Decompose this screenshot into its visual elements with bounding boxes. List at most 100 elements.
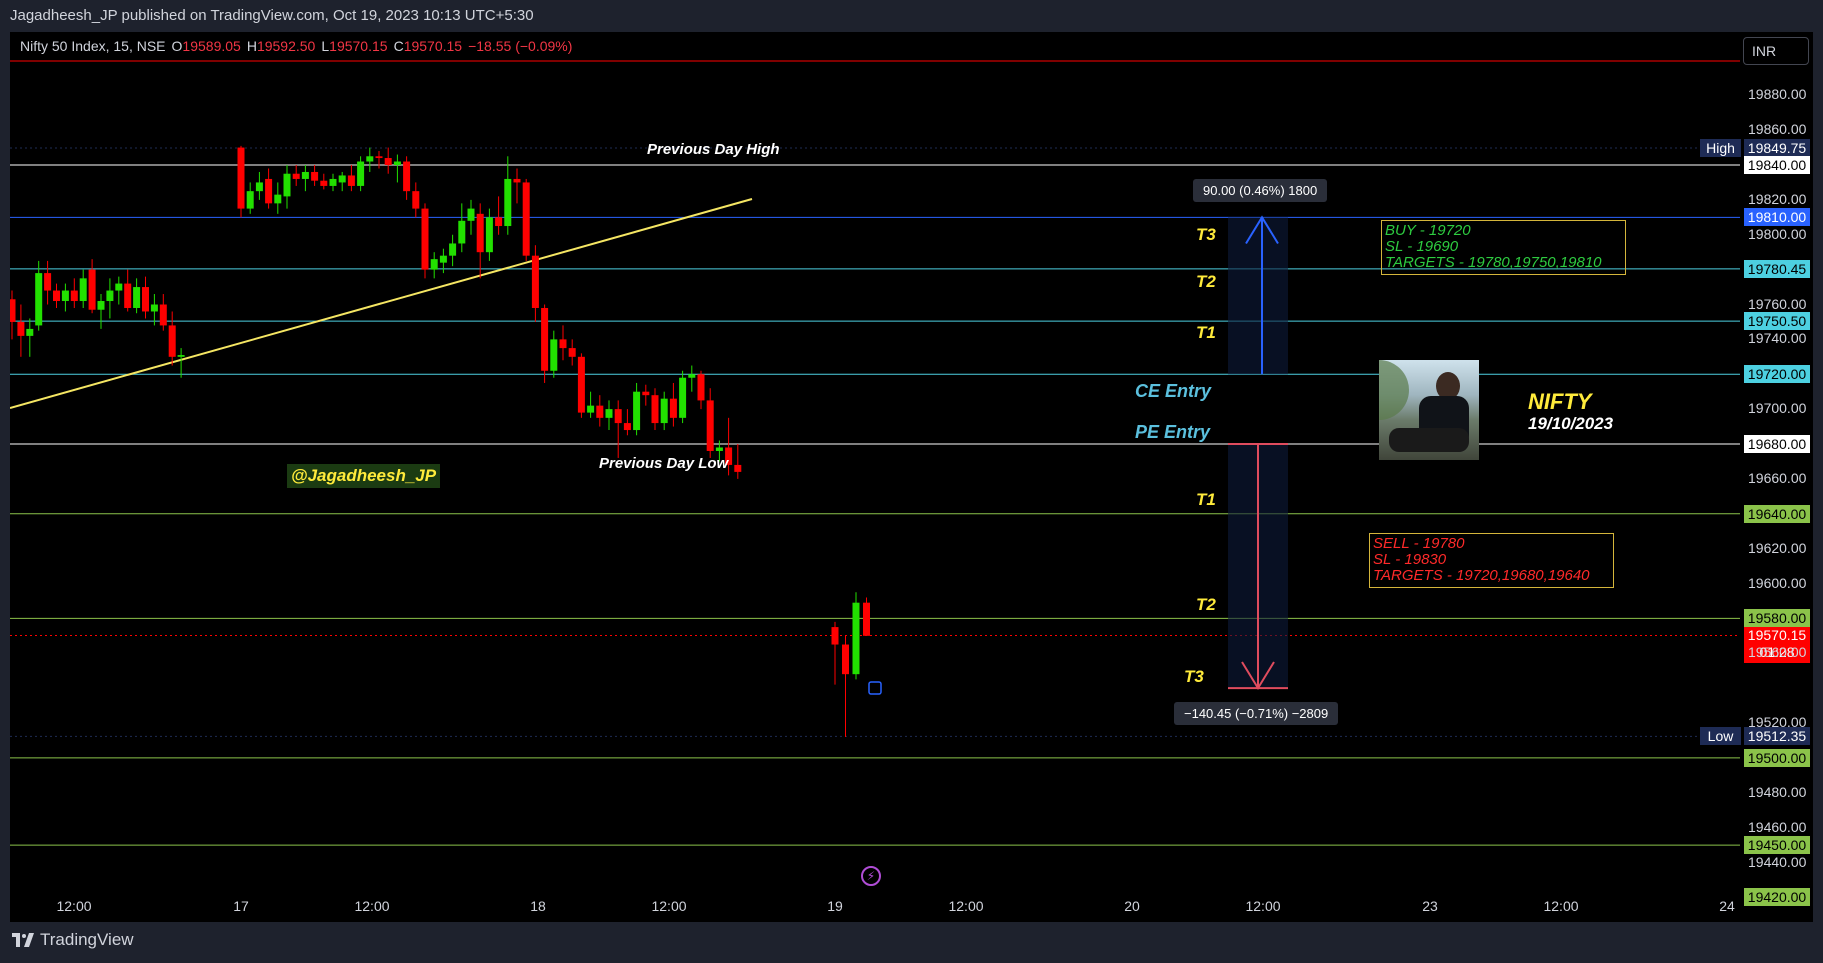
time-tick-11: 24 — [1719, 898, 1735, 914]
legend-low-label: L — [321, 38, 330, 54]
currency-button[interactable]: INR — [1743, 37, 1809, 65]
current-marker — [868, 681, 882, 695]
tradingview-logo-text: TradingView — [40, 930, 134, 949]
candle-body-35 — [375, 156, 383, 159]
candle-body-53 — [541, 307, 549, 371]
candle-body-55 — [559, 339, 567, 349]
candle-body-38 — [403, 161, 411, 192]
legend-open: 19589.05 — [182, 38, 241, 54]
price-label-2: 19810.00 — [1744, 208, 1810, 227]
footer-bar: TradingView — [0, 922, 1823, 963]
sell-line-2: SL - 19830 — [1373, 551, 1447, 568]
pe-entry-label: PE Entry — [1135, 422, 1211, 442]
buy-setup-box: BUY - 19720 SL - 19690 TARGETS - 19780,1… — [1381, 220, 1626, 275]
candle-body-62 — [623, 423, 631, 431]
price-tick-10: 19560.00 — [1748, 644, 1807, 661]
price-label-1: 19840.00 — [1744, 156, 1810, 174]
candle-body-22 — [255, 182, 263, 192]
candle-body-68 — [679, 377, 687, 418]
time-tick-7: 20 — [1124, 898, 1140, 914]
time-tick-2: 12:00 — [354, 898, 390, 914]
candle-body-2 — [26, 328, 34, 336]
candle-body-41 — [430, 259, 438, 270]
candle-body-69 — [688, 374, 696, 378]
ce-entry-label: CE Entry — [1135, 381, 1212, 401]
price-tag-high: High — [1700, 138, 1741, 157]
candle-body-47 — [485, 217, 493, 253]
candle-body-24 — [274, 194, 282, 204]
candle-body-23 — [265, 178, 273, 204]
legend-open-label: O — [171, 38, 183, 54]
candle-body-43 — [449, 243, 457, 256]
lightning-icon[interactable]: ⚡ — [861, 866, 881, 886]
long-zone — [1228, 217, 1288, 375]
target-t2-up: T2 — [1196, 272, 1216, 291]
buy-line-1: BUY - 19720 — [1385, 222, 1471, 239]
candle-body-26 — [292, 173, 300, 179]
price-tick-5: 19740.00 — [1748, 330, 1807, 347]
candle-body-19 — [177, 355, 185, 357]
candle-body-49 — [504, 178, 512, 227]
ohlc-legend: Nifty 50 Index, 15, NSE O19589.05 H19592… — [20, 38, 572, 54]
price-tick-14: 19440.00 — [1748, 853, 1807, 870]
candle-body-70 — [697, 374, 705, 401]
price-tick-3: 19800.00 — [1748, 225, 1807, 242]
candle-body-48 — [495, 217, 503, 227]
tradingview-logo[interactable]: TradingView — [12, 930, 134, 950]
time-tick-8: 12:00 — [1245, 898, 1281, 914]
price-tick-7: 19660.00 — [1748, 469, 1807, 486]
publish-header: Jagadheesh_JP published on TradingView.c… — [0, 0, 1823, 32]
candle-body-58 — [587, 405, 595, 413]
candle-body-66 — [660, 398, 668, 424]
price-label-6: 19680.00 — [1744, 435, 1810, 453]
candle-body-50 — [513, 178, 521, 183]
candle-body-30 — [329, 178, 337, 186]
candle-body-1 — [17, 321, 25, 336]
candle-body-76 — [842, 644, 849, 675]
buy-line-3: TARGETS - 19780,19750,19810 — [1385, 254, 1602, 271]
candle-body-29 — [320, 180, 328, 186]
nifty-title: NIFTY — [1528, 389, 1592, 414]
candle-body-63 — [633, 391, 641, 431]
candle-body-31 — [338, 175, 346, 183]
price-tick-6: 19700.00 — [1748, 400, 1807, 417]
candle-body-9 — [88, 269, 96, 310]
price-tick-2: 19820.00 — [1748, 190, 1807, 207]
nifty-date: 19/10/2023 — [1528, 414, 1614, 433]
candle-body-61 — [614, 409, 622, 424]
sell-line-1: SELL - 19780 — [1373, 535, 1465, 552]
measure-down-label: −140.45 (−0.71%) −2809 — [1174, 702, 1339, 725]
candle-body-36 — [384, 158, 392, 165]
candle-body-74 — [734, 464, 742, 472]
photo-bush — [1379, 360, 1409, 420]
candle-body-27 — [301, 171, 309, 179]
time-tick-0: 12:00 — [56, 898, 92, 914]
candle-body-40 — [421, 208, 429, 270]
price-tick-12: 19480.00 — [1748, 783, 1807, 800]
time-tick-6: 12:00 — [948, 898, 984, 914]
time-tick-4: 12:00 — [651, 898, 687, 914]
candle-body-72 — [715, 447, 723, 451]
candle-body-10 — [97, 301, 105, 310]
price-label-8: 19580.00 — [1744, 609, 1810, 628]
tradingview-logo-icon — [12, 933, 34, 947]
candle-body-71 — [706, 400, 714, 451]
candle-body-20 — [237, 147, 245, 209]
candlestick-chart[interactable] — [10, 32, 1750, 922]
candle-body-0 — [10, 299, 16, 322]
photo-bike — [1389, 428, 1469, 452]
candle-body-16 — [150, 304, 158, 312]
candle-body-64 — [642, 391, 650, 396]
candle-body-57 — [577, 356, 585, 413]
candle-body-42 — [439, 255, 447, 263]
target-t2-down: T2 — [1196, 595, 1216, 614]
time-tick-5: 19 — [827, 898, 843, 914]
price-label-4: 19750.50 — [1744, 312, 1810, 331]
legend-close-label: C — [393, 38, 404, 54]
legend-high: 19592.50 — [256, 38, 316, 54]
time-tick-3: 18 — [530, 898, 546, 914]
price-label-7: 19640.00 — [1744, 504, 1810, 523]
buy-line-2: SL - 19690 — [1385, 238, 1459, 255]
candle-body-3 — [35, 273, 43, 326]
price-tag-low: Low — [1700, 727, 1741, 746]
